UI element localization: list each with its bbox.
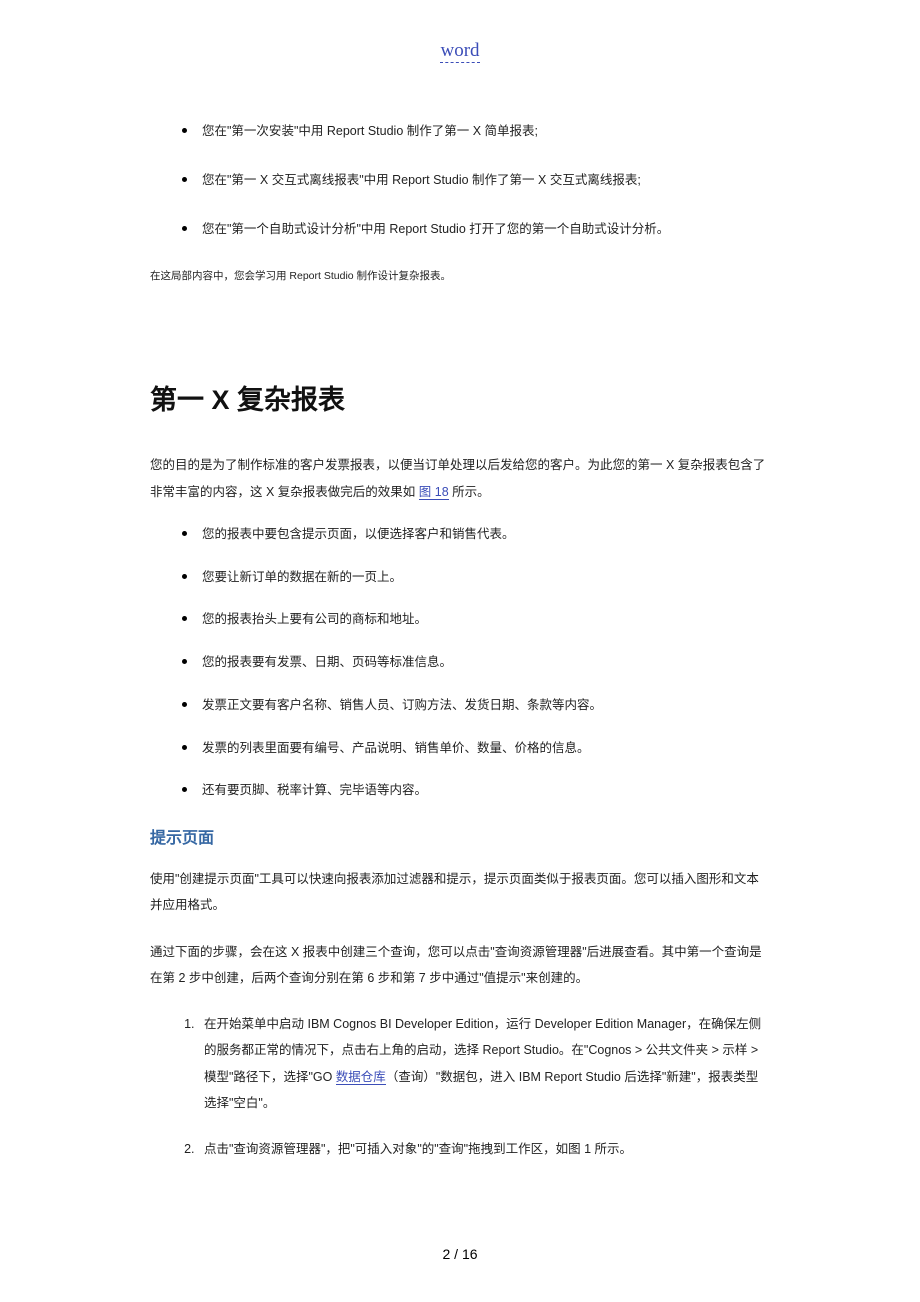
- step-item-2: 点击"查询资源管理器"，把"可插入对象"的"查询"拖拽到工作区，如图 1 所示。: [198, 1136, 770, 1162]
- header-link-block: word: [150, 40, 770, 62]
- step-ordered-list: 在开始菜单中启动 IBM Cognos BI Developer Edition…: [150, 1011, 770, 1162]
- list-item: 您在"第一个自助式设计分析"中用 Report Studio 打开了您的第一个自…: [150, 220, 770, 239]
- intro-post: 所示。: [449, 485, 490, 499]
- list-item: 发票正文要有客户名称、销售人员、订购方法、发货日期、条款等内容。: [150, 696, 770, 715]
- page-number: 2 / 16: [0, 1246, 920, 1262]
- list-item: 您在"第一次安装"中用 Report Studio 制作了第一 X 简单报表;: [150, 122, 770, 141]
- feature-bullet-list: 您的报表中要包含提示页面，以便选择客户和销售代表。 您要让新订单的数据在新的一页…: [150, 525, 770, 800]
- intro-paragraph: 您的目的是为了制作标准的客户发票报表，以便当订单处理以后发给您的客户。为此您的第…: [150, 452, 770, 505]
- page-title: 第一 X 复杂报表: [150, 378, 770, 417]
- note-text: 在这局部内容中，您会学习用 Report Studio 制作设计复杂报表。: [150, 268, 770, 283]
- list-item: 您的报表抬头上要有公司的商标和地址。: [150, 610, 770, 629]
- list-item: 您的报表中要包含提示页面，以便选择客户和销售代表。: [150, 525, 770, 544]
- section-heading-prompt-page: 提示页面: [150, 824, 770, 848]
- list-item: 您在"第一 X 交互式离线报表"中用 Report Studio 制作了第一 X…: [150, 171, 770, 190]
- figure-18-link[interactable]: 图 18: [419, 485, 449, 500]
- document-page: word 您在"第一次安装"中用 Report Studio 制作了第一 X 简…: [0, 0, 920, 1302]
- header-word-link[interactable]: word: [440, 40, 479, 63]
- list-item: 您要让新订单的数据在新的一页上。: [150, 568, 770, 587]
- list-item: 您的报表要有发票、日期、页码等标准信息。: [150, 653, 770, 672]
- data-warehouse-link[interactable]: 数据仓库: [336, 1070, 386, 1085]
- list-item: 还有要页脚、税率计算、完毕语等内容。: [150, 781, 770, 800]
- paragraph-query-desc: 通过下面的步骤，会在这 X 报表中创建三个查询，您可以点击"查询资源管理器"后进…: [150, 939, 770, 992]
- list-item: 发票的列表里面要有编号、产品说明、销售单价、数量、价格的信息。: [150, 739, 770, 758]
- top-bullet-list: 您在"第一次安装"中用 Report Studio 制作了第一 X 简单报表; …: [150, 122, 770, 238]
- paragraph-prompt-desc: 使用"创建提示页面"工具可以快速向报表添加过滤器和提示，提示页面类似于报表页面。…: [150, 866, 770, 919]
- step-item-1: 在开始菜单中启动 IBM Cognos BI Developer Edition…: [198, 1011, 770, 1116]
